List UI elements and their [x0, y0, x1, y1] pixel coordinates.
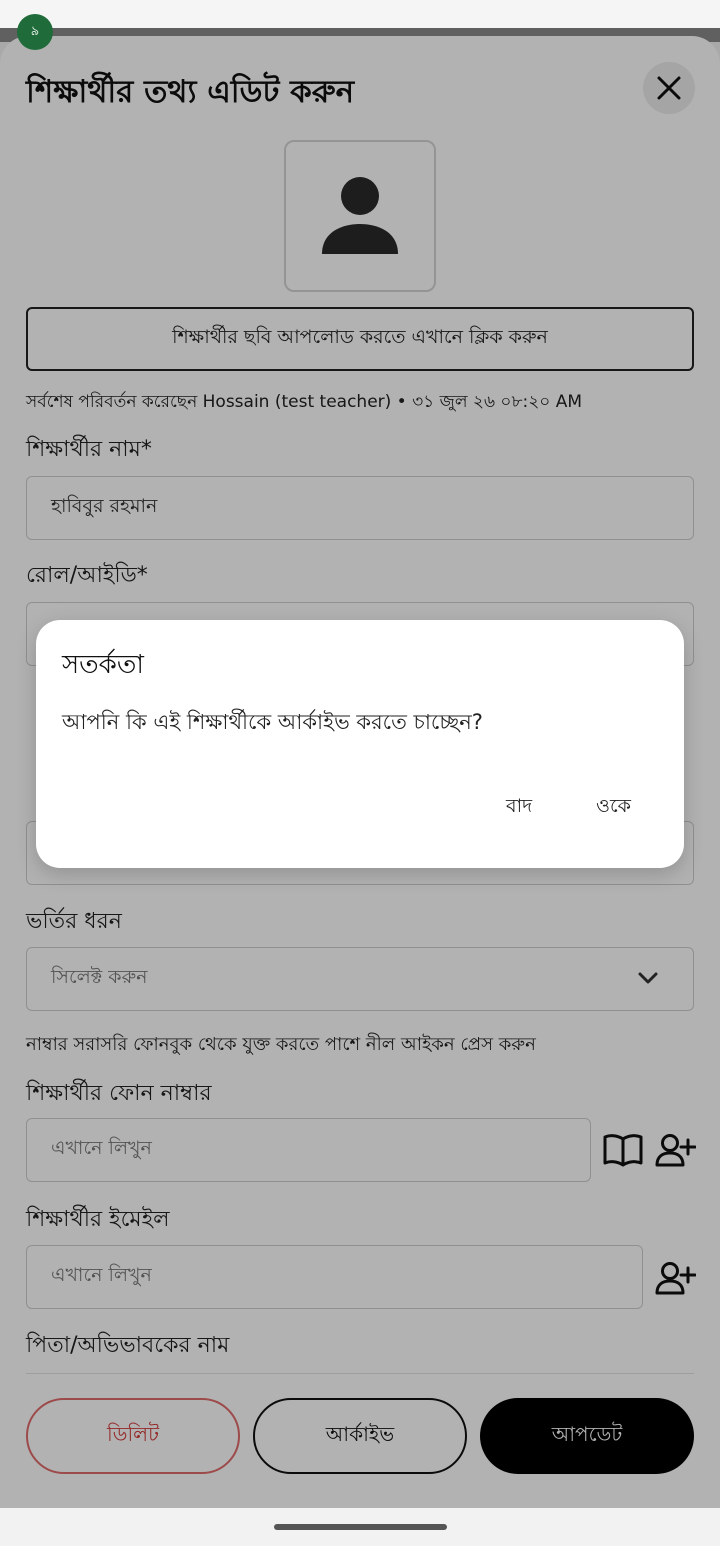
dialog-ok-button[interactable]: ওকে [588, 788, 639, 828]
dialog-message: আপনি কি এই শিক্ষার্থীকে আর্কাইভ করতে চাচ… [62, 710, 483, 734]
dialog-title: সতর্কতা [62, 650, 144, 680]
archive-confirm-dialog: সতর্কতা আপনি কি এই শিক্ষার্থীকে আর্কাইভ … [36, 620, 684, 868]
navigation-bar [0, 1508, 720, 1546]
status-bar [0, 0, 720, 28]
notification-badge: ৯ [17, 14, 53, 50]
gesture-handle[interactable] [274, 1524, 447, 1530]
dialog-cancel-button[interactable]: বাদ [498, 788, 540, 828]
